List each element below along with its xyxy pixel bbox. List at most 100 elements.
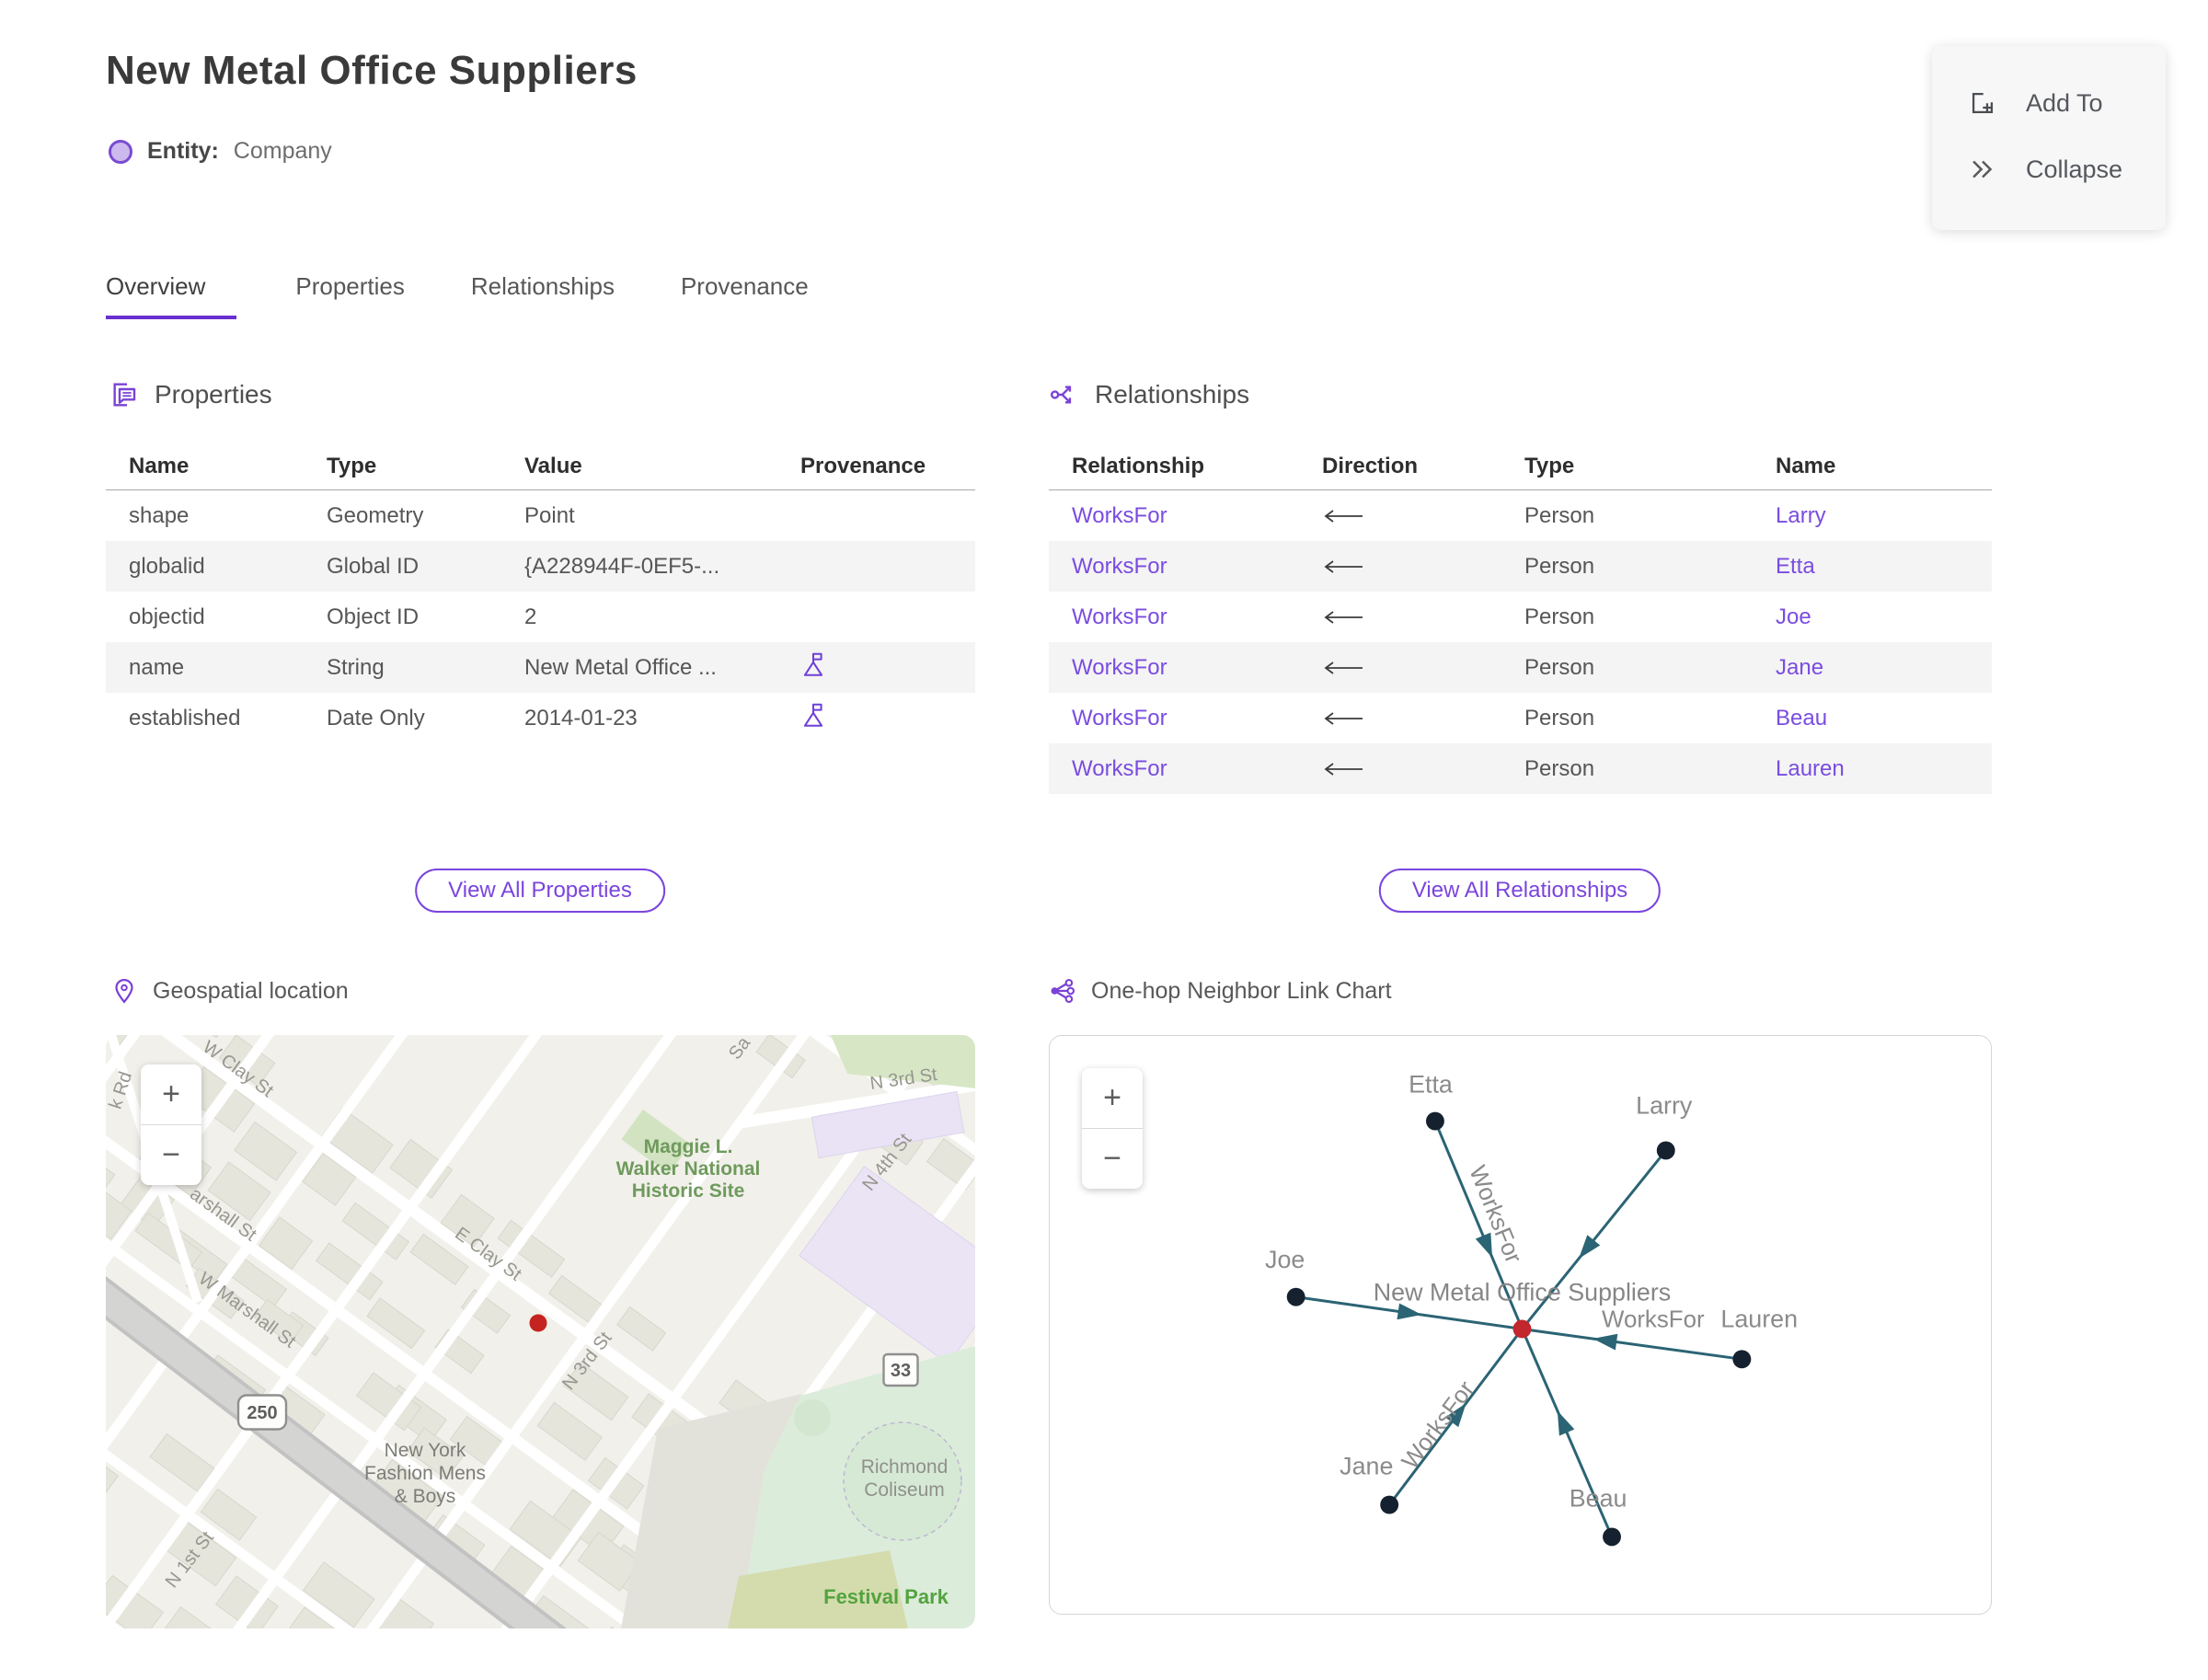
map-label: & Boys bbox=[395, 1486, 456, 1507]
left-arrow-icon bbox=[1324, 611, 1363, 624]
person-node[interactable] bbox=[1380, 1495, 1399, 1514]
cell-relationship: WorksFor bbox=[1049, 642, 1299, 693]
relationships-section-header: Relationships bbox=[1049, 380, 1249, 409]
action-menu: Add To Collapse bbox=[1932, 46, 2166, 230]
edge-arrowhead bbox=[1475, 1232, 1493, 1258]
linkchart-section-header: One-hop Neighbor Link Chart bbox=[1049, 977, 1392, 1005]
cell-type: Global ID bbox=[327, 553, 420, 579]
person-node[interactable] bbox=[1286, 1287, 1305, 1306]
entity-row: Entity: Company bbox=[109, 138, 332, 165]
cell-value: Point bbox=[524, 502, 575, 528]
name-link[interactable]: Joe bbox=[1776, 604, 1811, 629]
add-to-label: Add To bbox=[2026, 88, 2103, 117]
view-all-relationships-button[interactable]: View All Relationships bbox=[1378, 869, 1662, 913]
relationship-link[interactable]: WorksFor bbox=[1072, 604, 1167, 629]
column-header: Type bbox=[1501, 443, 1753, 490]
geospatial-section-header: Geospatial location bbox=[110, 977, 349, 1005]
relationship-link[interactable]: WorksFor bbox=[1072, 756, 1167, 781]
map-point-marker bbox=[529, 1314, 547, 1332]
tab-provenance[interactable]: Provenance bbox=[681, 272, 816, 319]
cell-value: 2 bbox=[524, 604, 537, 629]
column-header: Value bbox=[501, 443, 777, 490]
chart-zoom-control: + − bbox=[1082, 1068, 1143, 1189]
relationship-link[interactable]: WorksFor bbox=[1072, 503, 1167, 528]
cell-name: name bbox=[129, 654, 185, 680]
route-shield: 33 bbox=[891, 1361, 911, 1381]
map-zoom-control: + − bbox=[141, 1064, 201, 1185]
collapse-button[interactable]: Collapse bbox=[1932, 136, 2166, 202]
tab-relationships[interactable]: Relationships bbox=[471, 272, 622, 319]
person-node[interactable] bbox=[1656, 1141, 1675, 1160]
map-zoom-in-button[interactable]: + bbox=[141, 1064, 201, 1124]
map[interactable]: 250 33 k Rd W Clay St Sa arshall St W Marshal… bbox=[106, 1035, 975, 1628]
cell-flag bbox=[777, 541, 975, 592]
cell-relationship: WorksFor bbox=[1049, 592, 1299, 642]
person-node[interactable] bbox=[1425, 1111, 1444, 1131]
name-link[interactable]: Etta bbox=[1776, 554, 1815, 579]
person-node[interactable] bbox=[1603, 1527, 1621, 1547]
cell-direction bbox=[1299, 642, 1501, 693]
map-zoom-out-button[interactable]: − bbox=[141, 1125, 201, 1185]
map-label: Coliseum bbox=[864, 1479, 945, 1501]
cell-type: Person bbox=[1524, 502, 1595, 528]
column-header: Direction bbox=[1299, 443, 1501, 490]
name-link[interactable]: Beau bbox=[1776, 706, 1827, 731]
edge-label: WorksFor bbox=[1602, 1306, 1705, 1332]
name-link[interactable]: Larry bbox=[1776, 503, 1826, 528]
flag-on-mountain-icon bbox=[803, 703, 823, 727]
cell-direction bbox=[1299, 592, 1501, 642]
cell-type: Person bbox=[1524, 755, 1595, 781]
node-label: Jane bbox=[1340, 1453, 1393, 1480]
properties-section-header: Properties bbox=[109, 380, 272, 409]
column-header: Name bbox=[106, 443, 304, 490]
entity-detail-page: New Metal Office Suppliers Entity: Compa… bbox=[0, 0, 2208, 1680]
link-chart-icon bbox=[1051, 978, 1075, 1004]
cell-direction bbox=[1299, 693, 1501, 743]
link-chart-canvas: WorksForWorksForWorksForEttaLarryJoeLaur… bbox=[1265, 1071, 1798, 1547]
chart-zoom-in-button[interactable]: + bbox=[1082, 1068, 1143, 1128]
table-row: name String New Metal Office ... bbox=[106, 642, 975, 693]
page-title: New Metal Office Suppliers bbox=[106, 48, 638, 93]
relationship-link[interactable]: WorksFor bbox=[1072, 554, 1167, 579]
provenance-flag-cell[interactable] bbox=[777, 642, 975, 693]
table-row: WorksFor Person Etta bbox=[1049, 541, 1992, 592]
provenance-flag-cell[interactable] bbox=[777, 693, 975, 743]
left-arrow-icon bbox=[1324, 662, 1363, 674]
properties-section-title: Properties bbox=[155, 380, 272, 408]
node-label: Etta bbox=[1409, 1071, 1453, 1099]
center-node-label: New Metal Office Suppliers bbox=[1374, 1279, 1671, 1306]
table-row: shape Geometry Point bbox=[106, 490, 975, 542]
person-node[interactable] bbox=[1732, 1350, 1752, 1369]
map-label: Festival Park bbox=[823, 1585, 949, 1608]
name-link[interactable]: Lauren bbox=[1776, 756, 1845, 781]
column-header: Provenance bbox=[777, 443, 975, 490]
view-all-properties-button[interactable]: View All Properties bbox=[415, 869, 665, 913]
map-pin-icon bbox=[115, 978, 133, 1004]
collapse-label: Collapse bbox=[2026, 155, 2123, 183]
cell-name: Beau bbox=[1753, 693, 1992, 743]
relationships-section-title: Relationships bbox=[1095, 380, 1250, 408]
cell-type: Person bbox=[1524, 604, 1595, 629]
center-entity-node[interactable] bbox=[1512, 1319, 1532, 1339]
properties-icon bbox=[113, 383, 136, 407]
left-arrow-icon bbox=[1324, 763, 1363, 776]
cell-value: New Metal Office ... bbox=[524, 654, 717, 680]
name-link[interactable]: Jane bbox=[1776, 655, 1823, 680]
cell-direction bbox=[1299, 743, 1501, 794]
cell-name: shape bbox=[129, 502, 190, 528]
cell-value: 2014-01-23 bbox=[524, 705, 638, 731]
table-row: objectid Object ID 2 bbox=[106, 592, 975, 642]
relationship-link[interactable]: WorksFor bbox=[1072, 706, 1167, 731]
relationship-link[interactable]: WorksFor bbox=[1072, 655, 1167, 680]
column-header: Name bbox=[1753, 443, 1992, 490]
node-label: Joe bbox=[1265, 1246, 1305, 1273]
map-canvas: 25033 k Rd W Clay St Saarshall StW Marshal… bbox=[106, 1035, 975, 1628]
add-to-button[interactable]: Add To bbox=[1932, 70, 2166, 136]
table-row: globalid Global ID {A228944F-0EF5-... bbox=[106, 541, 975, 592]
tab-overview[interactable]: Overview bbox=[106, 272, 237, 319]
table-row: WorksFor Person Jane bbox=[1049, 642, 1992, 693]
chart-zoom-out-button[interactable]: − bbox=[1082, 1129, 1143, 1189]
tab-properties[interactable]: Properties bbox=[295, 272, 412, 319]
link-chart[interactable]: WorksFor WorksFor WorksFor Etta Larry Joe Laur… bbox=[1049, 1035, 1992, 1615]
add-to-icon bbox=[1972, 92, 1994, 114]
